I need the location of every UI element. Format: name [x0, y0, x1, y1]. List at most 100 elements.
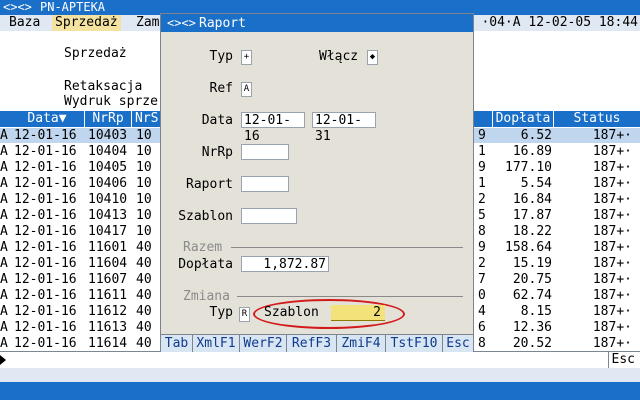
zmiana-section-label: Zmiana [183, 289, 230, 304]
typ-field[interactable]: + [241, 50, 252, 65]
sprzedaz-dropdown: Sprzedaż Retaksacja Wydruk sprze [60, 31, 160, 113]
cell-c: 2 [478, 192, 486, 207]
table-header-col [472, 111, 492, 127]
row-pointer-icon [0, 355, 6, 365]
fkey-tstf10[interactable]: TstF10 [386, 335, 443, 352]
cell-status: 187+· [592, 160, 632, 175]
cell-nrs: 10 [136, 128, 152, 143]
szablon-input[interactable] [241, 208, 297, 224]
table-header-nrrp[interactable]: NrRp [85, 111, 131, 127]
cell-p: A [0, 256, 8, 271]
table-header-doplata[interactable]: Dopłata [493, 111, 553, 127]
cell-doplata: 12.36 [512, 320, 552, 335]
menu-baza[interactable]: Baza [6, 15, 43, 31]
cell-doplata: 20.75 [512, 272, 552, 287]
ref-field[interactable]: A [241, 82, 252, 97]
typ2-field[interactable]: R [239, 307, 250, 322]
cell-nrrp: 10403 [88, 128, 128, 143]
cell-nrrp: 10410 [88, 192, 128, 207]
cell-status: 187+· [592, 208, 632, 223]
cell-status: 187+· [592, 128, 632, 143]
cell-c: 7 [478, 272, 486, 287]
cell-nrs: 10 [136, 208, 152, 223]
table-header-blank [0, 111, 10, 127]
cell-doplata: 16.89 [512, 144, 552, 159]
cell-date: 12-01-16 [14, 144, 77, 159]
cell-date: 12-01-16 [14, 288, 77, 303]
cell-status: 187+· [592, 272, 632, 287]
fkey-tab[interactable]: Tab [161, 335, 193, 352]
table-header-status[interactable]: Status [554, 111, 640, 127]
cell-nrs: 10 [136, 224, 152, 239]
cell-doplata: 6.52 [520, 128, 552, 143]
cell-p: A [0, 336, 8, 351]
cell-nrs: 40 [136, 256, 152, 271]
date-from-field[interactable]: 12-01-16 [241, 112, 305, 144]
nrrp-field[interactable] [241, 144, 289, 160]
dropdown-item-retaksacja[interactable]: Retaksacja [64, 79, 142, 94]
raport-field[interactable] [241, 176, 289, 192]
cell-doplata: 15.19 [512, 256, 552, 271]
cell-c: 5 [478, 208, 486, 223]
fkey-esc[interactable]: Esc [443, 335, 473, 352]
cell-p: A [0, 144, 8, 159]
cell-nrs: 10 [136, 176, 152, 191]
function-keys-bar: Tab XmlF1 WerF2 RefF3 ZmiF4 TstF10 Esc [161, 334, 473, 352]
cell-status: 187+· [592, 192, 632, 207]
cell-c: 2 [478, 256, 486, 271]
cell-status: 187+· [592, 144, 632, 159]
cell-doplata: 5.54 [520, 176, 552, 191]
app-arrows-icon: <><> [3, 0, 32, 14]
raport-label: Raport [186, 177, 233, 192]
esc-button[interactable]: Esc [607, 352, 638, 368]
cell-date: 12-01-16 [14, 208, 77, 223]
cell-nrrp: 11601 [88, 240, 128, 255]
fkey-reff3[interactable]: RefF3 [287, 335, 337, 352]
dialog-title: Raport [199, 16, 246, 31]
cell-status: 187+· [592, 304, 632, 319]
fkey-zmif4[interactable]: ZmiF4 [337, 335, 386, 352]
cell-nrs: 40 [136, 240, 152, 255]
doplata-label: Dopłata [178, 257, 233, 272]
menu-zam[interactable]: Zam [133, 15, 162, 31]
table-header-data[interactable]: Data▼ [10, 111, 84, 127]
fkey-werf2[interactable]: WerF2 [240, 335, 287, 352]
cell-date: 12-01-16 [14, 320, 77, 335]
cell-nrrp: 10405 [88, 160, 128, 175]
cell-status: 187+· [592, 176, 632, 191]
cell-nrrp: 11614 [88, 336, 128, 351]
cell-doplata: 158.64 [505, 240, 552, 255]
dropdown-item-sprzedaz[interactable]: Sprzedaż [64, 46, 127, 61]
cell-date: 12-01-16 [14, 240, 77, 255]
cell-nrs: 10 [136, 144, 152, 159]
cell-nrrp: 11612 [88, 304, 128, 319]
cell-nrrp: 11613 [88, 320, 128, 335]
cell-c: 9 [478, 240, 486, 255]
razem-divider [231, 247, 463, 248]
cell-p: A [0, 288, 8, 303]
cell-date: 12-01-16 [14, 256, 77, 271]
date-to-field[interactable]: 12-01-31 [312, 112, 376, 144]
menu-sprzedaz[interactable]: Sprzedaż [52, 15, 121, 31]
cell-c: 6 [478, 320, 486, 335]
cell-c: 0 [478, 288, 486, 303]
cell-nrs: 40 [136, 272, 152, 287]
cell-p: A [0, 304, 8, 319]
cell-c: 8 [478, 224, 486, 239]
footer-bar [0, 382, 640, 400]
dropdown-item-wydruk[interactable]: Wydruk sprze [64, 94, 158, 109]
szablon-label: Szablon [178, 209, 233, 224]
cell-c: 9 [478, 128, 486, 143]
status-bar [0, 368, 640, 382]
cell-doplata: 18.22 [512, 224, 552, 239]
cell-date: 12-01-16 [14, 176, 77, 191]
cell-date: 12-01-16 [14, 336, 77, 351]
zmiana-divider [237, 296, 463, 297]
cell-status: 187+· [592, 336, 632, 351]
wlacz-field[interactable]: ◆ [367, 50, 378, 65]
wlacz-label: Włącz [319, 49, 359, 64]
szablon2-field[interactable]: 2 [331, 305, 385, 321]
cell-nrrp: 11604 [88, 256, 128, 271]
fkey-xmlf1[interactable]: XmlF1 [193, 335, 240, 352]
dialog-arrows-icon: <><> [167, 16, 196, 30]
